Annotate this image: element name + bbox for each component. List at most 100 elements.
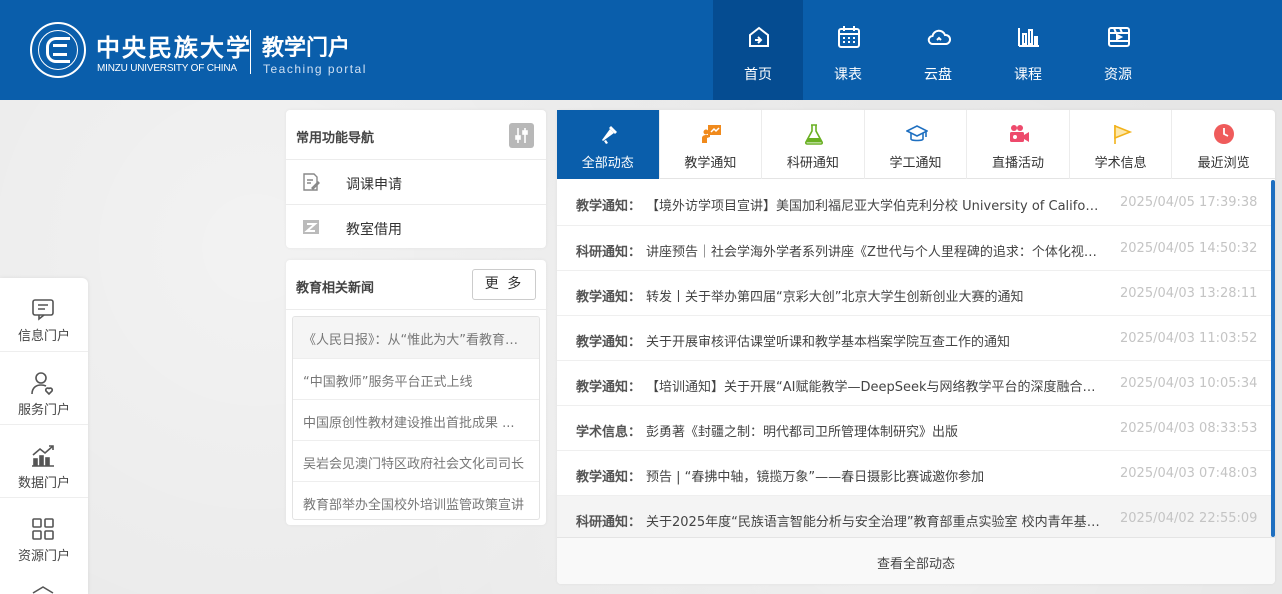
news-item[interactable]: 教育部举办全国校外培训监管政策宣讲 [293,481,539,519]
list-item[interactable]: 教学通知： 预告 | “春拂中轴，镜揽万象”——春日摄影比赛诚邀你参加 2025… [557,450,1271,495]
teacher-board-icon [701,125,721,143]
logo-divider [250,30,251,74]
quick-item-classroom-borrow[interactable]: 教室借用 [286,204,546,248]
sidebar-item-service-portal[interactable]: 服务门户 [0,351,88,424]
feed-timestamp: 2025/04/03 07:48:03 [1120,466,1258,481]
nav-schedule-label: 课表 [834,67,862,83]
nav-home-label: 首页 [744,67,772,83]
list-item[interactable]: 教学通知： 关于开展审核评估课堂听课和教学基本档案学院互查工作的通知 2025/… [557,315,1271,360]
home-icon [749,26,769,47]
list-item[interactable]: 科研通知： 关于2025年度“民族语言智能分析与安全治理”教育部重点实验室 校内… [557,495,1271,540]
megaphone-icon [602,126,617,144]
news-panel-title: 教育相关新闻 [296,281,375,296]
feed-category: 科研通知： [576,245,642,260]
sidebar-item-label: 服务门户 [17,403,70,418]
sidebar-item-data-portal[interactable]: 数据门户 [0,424,88,497]
feed-timestamp: 2025/04/03 10:05:34 [1120,376,1258,391]
tab-academic-info[interactable]: 学术信息 [1070,110,1173,179]
feed-timestamp: 2025/04/03 13:28:11 [1120,286,1258,301]
sidebar-item-label: 数据门户 [17,476,70,491]
feed-title-link[interactable]: 关于2025年度“民族语言智能分析与安全治理”教育部重点实验室 校内青年基金申报 [646,511,1102,530]
tab-research-notice[interactable]: 科研通知 [762,110,865,179]
quick-item-label: 教室借用 [346,222,402,238]
quick-nav-panel: 常用功能导航 调课申请 教室借用 [286,110,546,248]
list-item[interactable]: 教学通知： 【境外访学项目宣讲】美国加利福尼亚大学伯克利分校 Universit… [557,180,1271,225]
nav-cloud[interactable]: 云盘 [893,0,983,100]
feed-category: 教学通知： [576,199,642,214]
message-icon [32,299,54,321]
education-news-panel: 教育相关新闻 更 多 《人民日报》：从“惟此为大”看教育强国建设 “中国教师”服… [286,260,546,525]
university-seal-logo[interactable] [30,22,86,78]
list-item[interactable]: 教学通知： 【培训通知】关于开展“AI赋能教学—DeepSeek与网络教学平台的… [557,360,1271,405]
top-header: 中央民族大学 MINZU UNIVERSITY OF CHINA 教学门户 Te… [0,0,1282,100]
see-all-bar: 查看全部动态 [557,537,1275,584]
settings-button[interactable] [509,123,534,148]
trend-chart-icon [32,445,54,467]
graduation-cap-icon [905,125,928,142]
list-item[interactable]: 学术信息： 彭勇著《封疆之制：明代都司卫所管理体制研究》出版 2025/04/0… [557,405,1271,450]
news-item[interactable]: 中国原创性教材建设推出首批成果 ... [293,399,539,440]
feed-title-link[interactable]: 转发丨关于举办第四届“京彩大创”北京大学生创新创业大赛的通知 [646,286,1102,305]
tab-teaching-notice[interactable]: 教学通知 [660,110,763,179]
feed-title-link[interactable]: 【培训通知】关于开展“AI赋能教学—DeepSeek与网络教学平台的深度融合”培… [646,376,1102,395]
news-item[interactable]: “中国教师”服务平台正式上线 [293,358,539,399]
list-item[interactable]: 科研通知： 讲座预告｜社会学海外学者系列讲座《Z世代与个人里程碑的追求：个体化视… [557,225,1271,270]
feed-category: 教学通知： [576,290,642,305]
category-tabs: 全部动态 教学通知 科研通知 学工通知 直播活动 学术信息 最近浏览 [557,110,1275,179]
nav-cloud-label: 云盘 [924,67,952,83]
portal-sidebar: 信息门户 服务门户 数据门户 资源门户 [0,278,88,594]
sidebar-item-resource-portal[interactable]: 资源门户 [0,497,88,570]
shield-icon [32,586,54,594]
news-item[interactable]: 吴岩会见澳门特区政府社会文化司司长 [293,440,539,481]
list-item[interactable]: 教学通知： 转发丨关于举办第四届“京彩大创”北京大学生创新创业大赛的通知 202… [557,270,1271,315]
dynamics-panel: 全部动态 教学通知 科研通知 学工通知 直播活动 学术信息 最近浏览 教学通知：… [557,110,1275,584]
calendar-icon [838,26,860,48]
news-list: 《人民日报》：从“惟此为大”看教育强国建设 “中国教师”服务平台正式上线 中国原… [292,316,540,520]
cloud-icon [927,29,952,45]
nav-courses[interactable]: 课程 [983,0,1073,100]
feed-title-link[interactable]: 【境外访学项目宣讲】美国加利福尼亚大学伯克利分校 University of C… [646,195,1102,214]
feed-category: 学术信息： [576,425,642,440]
quick-item-course-change[interactable]: 调课申请 [286,160,546,204]
see-all-dynamics-link[interactable]: 查看全部动态 [557,553,1275,572]
tab-label: 学术信息 [1094,156,1147,171]
edit-document-icon [303,173,320,191]
classroom-icon [303,220,319,234]
tab-all-dynamics[interactable]: 全部动态 [557,110,660,179]
flag-icon [1114,124,1132,144]
tab-label: 直播活动 [992,156,1045,171]
more-news-button[interactable]: 更 多 [472,269,536,300]
quick-item-label: 调课申请 [346,177,402,193]
feed-title-link[interactable]: 预告 | “春拂中轴，镜揽万象”——春日摄影比赛诚邀你参加 [646,466,1102,485]
tab-recently-viewed[interactable]: 最近浏览 [1172,110,1275,179]
divider [286,309,546,310]
feed-timestamp: 2025/04/03 08:33:53 [1120,421,1258,436]
tab-student-affairs-notice[interactable]: 学工通知 [865,110,968,179]
feed-timestamp: 2025/04/03 11:03:52 [1120,331,1258,346]
quick-nav-title: 常用功能导航 [296,131,375,146]
nav-home[interactable]: 首页 [713,0,803,100]
news-item[interactable]: 《人民日报》：从“惟此为大”看教育强国建设 [293,317,539,358]
sliders-icon [515,128,528,143]
sidebar-item-label: 资源门户 [17,549,70,564]
nav-resources-label: 资源 [1104,67,1132,83]
feed-timestamp: 2025/04/05 17:39:38 [1120,195,1258,210]
feed-title-link[interactable]: 讲座预告｜社会学海外学者系列讲座《Z世代与个人里程碑的追求：个体化视角》 [646,241,1102,260]
sidebar-item-info-portal[interactable]: 信息门户 [0,278,88,351]
feed-title-link[interactable]: 彭勇著《封疆之制：明代都司卫所管理体制研究》出版 [646,421,1102,440]
film-icon [1108,27,1130,47]
tab-live-events[interactable]: 直播活动 [967,110,1070,179]
nav-schedule[interactable]: 课表 [803,0,893,100]
dynamics-feed: 教学通知： 【境外访学项目宣讲】美国加利福尼亚大学伯克利分校 Universit… [557,180,1275,540]
feed-title-link[interactable]: 关于开展审核评估课堂听课和教学基本档案学院互查工作的通知 [646,331,1102,350]
feed-scrollbar[interactable] [1271,180,1275,537]
sidebar-item-label: 信息门户 [17,329,70,344]
feed-category: 教学通知： [576,335,642,350]
tab-label: 教学通知 [684,156,737,171]
nav-resources[interactable]: 资源 [1073,0,1163,100]
portal-title-cn: 教学门户 [262,36,351,61]
bar-chart-icon [1018,28,1039,47]
nav-courses-label: 课程 [1014,67,1042,83]
grid-icon [32,518,54,540]
tab-label: 学工通知 [889,156,942,171]
